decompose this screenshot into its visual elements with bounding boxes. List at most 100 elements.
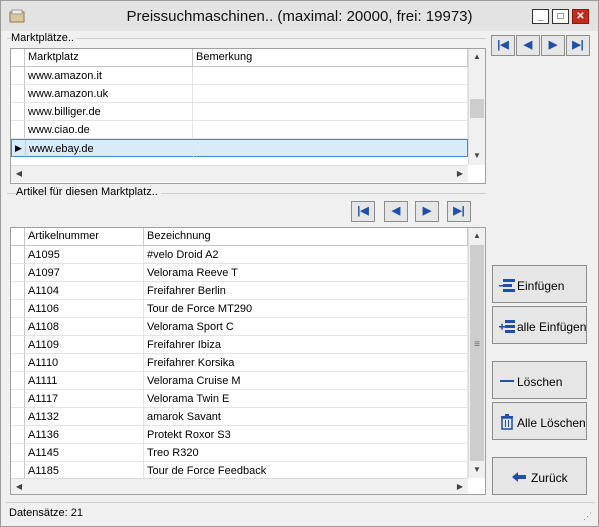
article-description-cell[interactable]: Treo R320 <box>144 444 468 461</box>
article-row[interactable]: A1109 Freifahrer Ibiza <box>11 336 468 354</box>
articles-horizontal-scrollbar[interactable]: ◀ ▶ <box>11 478 468 494</box>
column-header-article-number[interactable]: Artikelnummer <box>25 228 144 245</box>
article-number-cell[interactable]: A1136 <box>25 426 144 443</box>
article-number-cell[interactable]: A1132 <box>25 408 144 425</box>
row-indicator[interactable] <box>11 426 25 443</box>
insert-button[interactable]: Einfügen <box>492 265 587 303</box>
article-row[interactable]: A1132 amarok Savant <box>11 408 468 426</box>
resize-grip-icon[interactable]: ⋰ <box>583 511 593 521</box>
article-first-button[interactable]: |◀ <box>351 201 375 222</box>
article-description-cell[interactable]: Protekt Roxor S3 <box>144 426 468 443</box>
note-cell[interactable] <box>193 103 468 120</box>
article-number-cell[interactable]: A1104 <box>25 282 144 299</box>
article-number-cell[interactable]: A1108 <box>25 318 144 335</box>
row-indicator[interactable] <box>11 462 25 479</box>
article-row[interactable]: A1136 Protekt Roxor S3 <box>11 426 468 444</box>
article-row[interactable]: A1106 Tour de Force MT290 <box>11 300 468 318</box>
insert-all-button[interactable]: alle Einfügen <box>492 306 587 344</box>
row-indicator[interactable] <box>11 444 25 461</box>
article-row[interactable]: A1110 Freifahrer Korsika <box>11 354 468 372</box>
note-cell[interactable] <box>193 67 468 84</box>
market-first-button[interactable]: |◀ <box>491 35 515 56</box>
note-cell[interactable] <box>193 121 468 138</box>
article-number-cell[interactable]: A1185 <box>25 462 144 479</box>
article-description-cell[interactable]: Freifahrer Korsika <box>144 354 468 371</box>
article-number-cell[interactable]: A1110 <box>25 354 144 371</box>
article-number-cell[interactable]: A1095 <box>25 246 144 263</box>
article-description-cell[interactable]: Velorama Twin E <box>144 390 468 407</box>
marketplace-cell[interactable]: www.billiger.de <box>25 103 193 120</box>
scroll-down-arrow[interactable]: ▼ <box>469 148 485 164</box>
market-next-button[interactable]: ▶ <box>541 35 565 56</box>
market-prev-button[interactable]: ◀ <box>516 35 540 56</box>
marketplace-cell[interactable]: www.amazon.uk <box>25 85 193 102</box>
article-description-cell[interactable]: #velo Droid A2 <box>144 246 468 263</box>
article-last-button[interactable]: ▶| <box>447 201 471 222</box>
article-row[interactable]: A1097 Velorama Reeve T <box>11 264 468 282</box>
row-indicator[interactable] <box>11 390 25 407</box>
market-row[interactable]: ▶ www.ebay.de <box>11 139 469 157</box>
column-header-note[interactable]: Bemerkung <box>193 49 468 66</box>
scroll-thumb[interactable]: ≡ <box>470 245 484 461</box>
article-row[interactable]: A1111 Velorama Cruise M <box>11 372 468 390</box>
article-row[interactable]: A1108 Velorama Sport C <box>11 318 468 336</box>
scroll-up-arrow[interactable]: ▲ <box>469 228 485 244</box>
current-row-arrow-icon[interactable]: ▶ <box>12 140 26 157</box>
markets-grid[interactable]: Marktplatz Bemerkung www.amazon.it www.am… <box>10 48 486 184</box>
scroll-down-arrow[interactable]: ▼ <box>469 462 485 478</box>
row-indicator[interactable] <box>11 372 25 389</box>
scroll-right-arrow[interactable]: ▶ <box>452 479 468 494</box>
article-description-cell[interactable]: Tour de Force MT290 <box>144 300 468 317</box>
article-number-cell[interactable]: A1097 <box>25 264 144 281</box>
market-row[interactable]: www.ciao.de <box>11 121 468 139</box>
article-number-cell[interactable]: A1111 <box>25 372 144 389</box>
scroll-left-arrow[interactable]: ◀ <box>11 166 27 182</box>
note-cell[interactable] <box>193 85 468 102</box>
article-description-cell[interactable]: Velorama Cruise M <box>144 372 468 389</box>
row-indicator[interactable] <box>11 282 25 299</box>
row-indicator[interactable] <box>11 121 25 138</box>
maximize-button[interactable]: □ <box>552 9 569 24</box>
market-row[interactable]: www.amazon.it <box>11 67 468 85</box>
article-row[interactable]: A1104 Freifahrer Berlin <box>11 282 468 300</box>
marketplace-cell[interactable]: www.amazon.it <box>25 67 193 84</box>
article-number-cell[interactable]: A1117 <box>25 390 144 407</box>
row-indicator[interactable] <box>11 85 25 102</box>
row-indicator[interactable] <box>11 318 25 335</box>
markets-vertical-scrollbar[interactable]: ▲ ▼ <box>468 49 485 165</box>
article-row[interactable]: A1095 #velo Droid A2 <box>11 246 468 264</box>
note-cell[interactable] <box>194 140 469 157</box>
marketplace-cell[interactable]: www.ebay.de <box>26 140 194 157</box>
close-button[interactable]: ✕ <box>572 9 589 24</box>
articles-grid[interactable]: Artikelnummer Bezeichnung A1095 #velo Dro… <box>10 227 486 495</box>
row-indicator[interactable] <box>11 354 25 371</box>
minimize-button[interactable]: _ <box>532 9 549 24</box>
back-button[interactable]: Zurück <box>492 457 587 495</box>
market-last-button[interactable]: ▶| <box>566 35 590 56</box>
scroll-right-arrow[interactable]: ▶ <box>452 166 468 182</box>
row-indicator[interactable] <box>11 67 25 84</box>
article-description-cell[interactable]: Velorama Sport C <box>144 318 468 335</box>
delete-button[interactable]: Löschen <box>492 361 587 399</box>
article-description-cell[interactable]: Tour de Force Feedback <box>144 462 468 479</box>
article-description-cell[interactable]: amarok Savant <box>144 408 468 425</box>
scroll-thumb[interactable] <box>470 99 484 118</box>
column-header-description[interactable]: Bezeichnung <box>144 228 468 245</box>
column-header-marketplace[interactable]: Marktplatz <box>25 49 193 66</box>
article-description-cell[interactable]: Velorama Reeve T <box>144 264 468 281</box>
delete-all-button[interactable]: Alle Löschen <box>492 402 587 440</box>
row-indicator[interactable] <box>11 103 25 120</box>
article-number-cell[interactable]: A1145 <box>25 444 144 461</box>
row-indicator[interactable] <box>11 300 25 317</box>
scroll-up-arrow[interactable]: ▲ <box>469 49 485 65</box>
row-indicator[interactable] <box>11 408 25 425</box>
markets-horizontal-scrollbar[interactable]: ◀ ▶ <box>11 165 468 182</box>
market-row[interactable]: www.amazon.uk <box>11 85 468 103</box>
article-number-cell[interactable]: A1109 <box>25 336 144 353</box>
scroll-left-arrow[interactable]: ◀ <box>11 479 27 494</box>
article-row[interactable]: A1117 Velorama Twin E <box>11 390 468 408</box>
article-number-cell[interactable]: A1106 <box>25 300 144 317</box>
row-indicator[interactable] <box>11 336 25 353</box>
row-indicator[interactable] <box>11 246 25 263</box>
row-indicator[interactable] <box>11 264 25 281</box>
